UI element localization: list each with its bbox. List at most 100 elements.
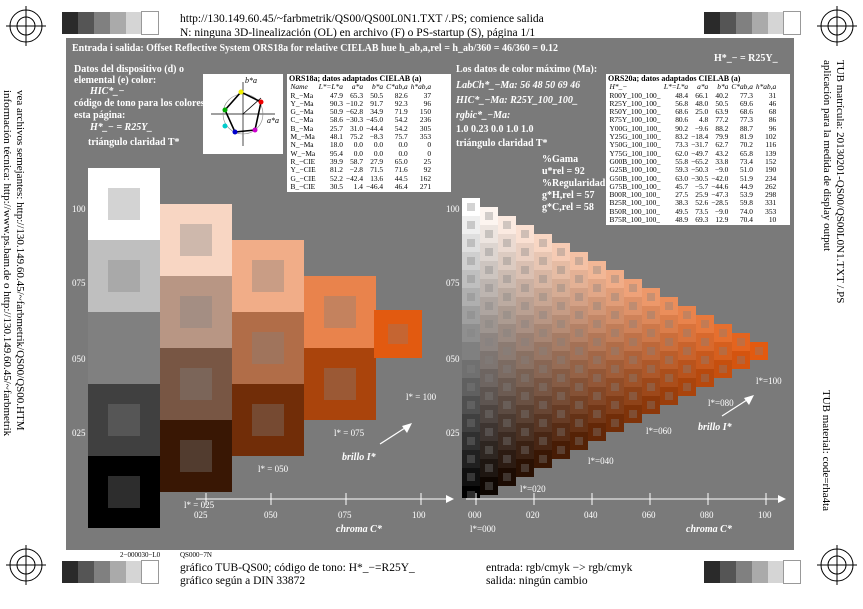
color-swatch-inner: [179, 223, 213, 257]
grid-swatch-inner: [629, 284, 637, 292]
grid-swatch-inner: [521, 428, 529, 436]
grid-swatch-inner: [629, 392, 637, 400]
grid-swatch-inner: [539, 383, 547, 391]
left-iso-100: l* = 100: [406, 392, 437, 402]
grid-swatch-inner: [629, 374, 637, 382]
grid-swatch-inner: [611, 419, 619, 427]
grid-swatch-inner: [503, 383, 511, 391]
chroma-label-left: chroma C*: [336, 524, 382, 535]
side-left-line-2: información técnica: http://www.ps.bam.d…: [1, 90, 13, 437]
grid-swatch-inner: [521, 356, 529, 364]
grid-swatch-inner: [467, 401, 475, 409]
grid-swatch-inner: [683, 347, 691, 355]
gray-strip-bottom-left: [62, 560, 159, 584]
grid-swatch-inner: [557, 356, 565, 364]
left-x-tick-075: 075: [338, 510, 352, 520]
grid-swatch-inner: [485, 320, 493, 328]
grid-swatch-inner: [719, 347, 727, 355]
gamut-label: %Gama: [542, 154, 579, 165]
grid-swatch-inner: [593, 338, 601, 346]
right-lightness-triangle: [462, 198, 768, 498]
grid-swatch-inner: [665, 392, 673, 400]
grid-swatch-inner: [557, 248, 565, 256]
triangle-label-left: triángulo claridad T*: [88, 137, 180, 148]
table-cell: −46.4: [366, 181, 384, 191]
grid-swatch-inner: [683, 383, 691, 391]
grid-swatch-inner: [557, 446, 565, 454]
color-swatch: [160, 420, 232, 492]
color-swatch-inner: [388, 324, 408, 344]
grid-swatch-inner: [557, 338, 565, 346]
color-swatch-inner: [107, 403, 141, 437]
left-y-tick-025: 025: [72, 428, 86, 438]
grid-swatch-inner: [737, 356, 745, 364]
right-x-tick-080: 080: [700, 510, 714, 520]
grid-swatch-inner: [611, 401, 619, 409]
left-iso-025: l* = 025: [184, 500, 215, 510]
table-left: ORS18a; datos adaptados CIELAB (a) Name L…: [287, 74, 451, 193]
grid-swatch-inner: [521, 338, 529, 346]
color-swatch-inner: [251, 331, 285, 365]
grid-swatch-inner: [485, 482, 493, 490]
grid-swatch-inner: [647, 401, 655, 409]
color-swatch-inner: [323, 367, 357, 401]
grid-swatch-inner: [539, 311, 547, 319]
left-y-tick-075: 075: [72, 278, 86, 288]
table-cell: 271: [419, 181, 432, 191]
bottom-code-left: 2−000030−L0: [120, 551, 161, 559]
table-cell: B_−CIE: [290, 181, 316, 191]
color-swatch-inner: [107, 475, 141, 509]
grid-swatch-inner: [683, 365, 691, 373]
right-iso-060: l*=060: [646, 426, 672, 436]
color-swatch: [232, 240, 304, 312]
table-left-grid: Name L*=L*a a*a b*a C*ab,a h*ab,a R_−Ma 47.9 65.…: [289, 82, 433, 191]
grid-swatch-inner: [557, 284, 565, 292]
grid-swatch-inner: [539, 401, 547, 409]
grid-swatch-inner: [521, 320, 529, 328]
grid-swatch-inner: [665, 356, 673, 364]
color-swatch: [304, 348, 376, 420]
color-swatch-inner: [179, 439, 213, 473]
grid-swatch-inner: [503, 401, 511, 409]
grid-swatch-inner: [539, 275, 547, 283]
grid-swatch-inner: [485, 230, 493, 238]
grid-swatch-inner: [719, 329, 727, 337]
grid-swatch-inner: [485, 338, 493, 346]
grid-swatch-inner: [467, 203, 475, 211]
grid-swatch-inner: [521, 464, 529, 472]
grid-swatch-inner: [467, 293, 475, 301]
right-y-tick-075: 075: [446, 278, 460, 288]
grid-swatch-inner: [665, 302, 673, 310]
max-color-heading: Los datos de color máximo (Ma):: [456, 64, 598, 75]
grid-swatch-inner: [521, 374, 529, 382]
hue-code-value: H*_− = R25Y_: [90, 122, 153, 133]
right-x-axis: [466, 493, 786, 505]
hue-circle-a-label: a*a: [267, 116, 279, 125]
grid-swatch-inner: [575, 419, 583, 427]
grid-swatch-inner: [593, 428, 601, 436]
grid-swatch-inner: [521, 248, 529, 256]
left-x-axis: [196, 493, 454, 505]
grid-swatch-inner: [557, 428, 565, 436]
grid-swatch-inner: [467, 275, 475, 283]
grid-swatch-inner: [557, 320, 565, 328]
grid-swatch-inner: [467, 257, 475, 265]
grid-swatch-inner: [485, 284, 493, 292]
table-row: B_−CIE 30.5 1.4 −46.4 46.4 271: [289, 181, 433, 191]
grid-swatch-inner: [485, 266, 493, 274]
color-swatch: [88, 168, 160, 240]
grid-swatch-inner: [485, 446, 493, 454]
grid-swatch-inner: [683, 311, 691, 319]
color-swatch-inner: [251, 403, 285, 437]
right-y-tick-025: 025: [446, 428, 460, 438]
grid-swatch-inner: [539, 329, 547, 337]
hue-label: H*_− = R25Y_: [714, 53, 778, 64]
color-swatch-inner: [107, 187, 141, 221]
grid-swatch-inner: [503, 239, 511, 247]
header-line-1: http://130.149.60.45/~farbmetrik/QS00/QS…: [180, 13, 544, 25]
hic-ma-line: HIC*_−Ma: R25Y_100_100_: [456, 95, 578, 106]
grid-swatch-inner: [593, 410, 601, 418]
grid-swatch-inner: [611, 383, 619, 391]
registration-mark-bottom-left: [6, 545, 46, 585]
grid-swatch-inner: [611, 329, 619, 337]
